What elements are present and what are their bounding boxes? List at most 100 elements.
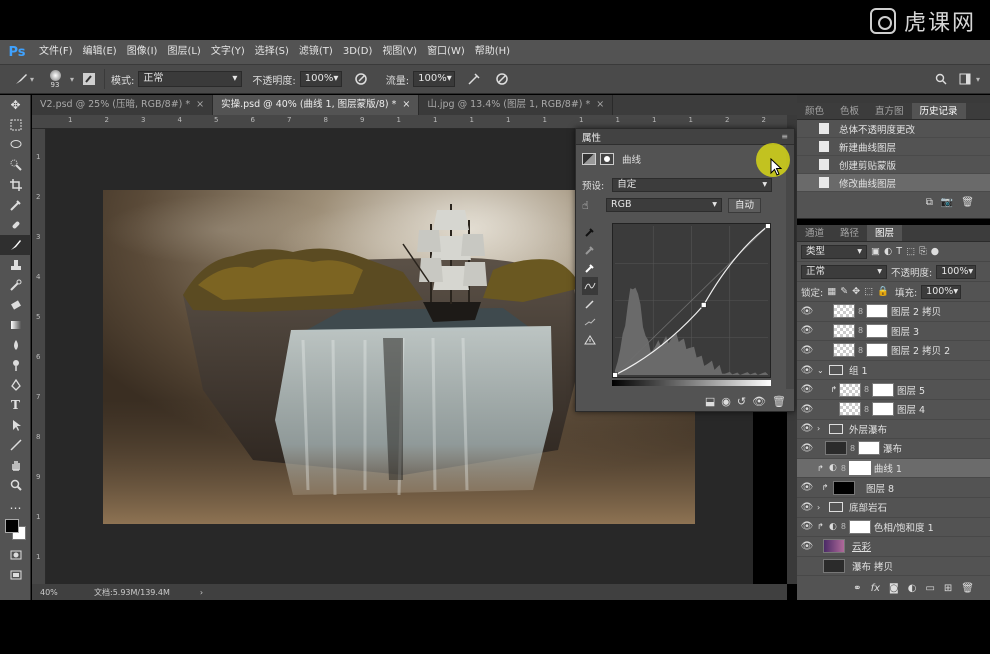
layer-mask-thumbnail[interactable] <box>858 441 880 456</box>
menu-type[interactable]: 文字(Y) <box>206 40 250 64</box>
layer-mask-thumbnail[interactable] <box>848 519 871 534</box>
layer-mask-thumbnail[interactable] <box>872 402 894 417</box>
fill-field[interactable]: 100% ▾ <box>921 284 962 299</box>
layer-mask-thumbnail[interactable] <box>848 461 871 476</box>
lock-image-icon[interactable]: ✎ <box>840 286 848 297</box>
history-item-current[interactable]: 修改曲线图层 <box>797 174 990 192</box>
more-tools-icon[interactable]: … <box>0 495 31 515</box>
filter-adjustment-icon[interactable]: ◐ <box>884 246 892 257</box>
tab-paths[interactable]: 路径 <box>832 225 867 241</box>
view-previous-state-icon[interactable]: ◉ <box>721 395 731 408</box>
visibility-eye-icon[interactable]: 👁 <box>797 443 817 454</box>
layer-row[interactable]: 👁 8 图层 4 <box>797 400 990 420</box>
color-swatches[interactable] <box>0 515 31 545</box>
brush-preset-picker[interactable]: 93 <box>42 66 68 92</box>
layer-row[interactable]: 👁 云彩 <box>797 537 990 557</box>
history-item[interactable]: 创建剪贴蒙版 <box>797 156 990 174</box>
visibility-eye-icon[interactable]: 👁 <box>797 423 817 434</box>
properties-scrollbar[interactable] <box>786 145 794 389</box>
curve-control-point[interactable] <box>613 372 618 378</box>
white-point-eyedropper-icon[interactable] <box>582 259 598 277</box>
curve-control-point[interactable] <box>765 224 771 229</box>
preset-select[interactable]: 自定 ▾ <box>612 178 773 192</box>
menu-help[interactable]: 帮助(H) <box>470 40 515 64</box>
tab-v2-psd[interactable]: V2.psd @ 25% (压暗, RGB/8#) * × <box>32 95 214 115</box>
chevron-right-icon[interactable]: › <box>817 503 827 512</box>
layer-kind-filter[interactable]: 类型 ▾ <box>801 244 867 259</box>
search-icon[interactable] <box>932 70 950 88</box>
clipping-warning-icon[interactable] <box>582 331 598 349</box>
screen-mode-icon[interactable] <box>0 565 31 585</box>
target-adjustment-icon[interactable]: ☝ <box>582 199 600 212</box>
menu-layer[interactable]: 图层(L) <box>162 40 205 64</box>
menu-3d[interactable]: 3D(D) <box>338 40 378 64</box>
layer-row[interactable]: 👁 8 瀑布 <box>797 439 990 459</box>
path-selection-tool-icon[interactable] <box>0 415 31 435</box>
visibility-eye-icon[interactable]: 👁 <box>797 561 817 572</box>
visibility-eye-icon[interactable]: 👁 <box>797 345 817 356</box>
crop-tool-icon[interactable] <box>0 175 31 195</box>
visibility-eye-icon[interactable]: 👁 <box>797 325 817 336</box>
hand-tool-icon[interactable] <box>0 455 31 475</box>
menu-window[interactable]: 窗口(W) <box>422 40 470 64</box>
marquee-tool-icon[interactable] <box>0 115 31 135</box>
new-adjustment-icon[interactable]: ◐ <box>908 583 917 594</box>
clone-stamp-tool-icon[interactable] <box>0 255 31 275</box>
layer-mask-thumbnail[interactable] <box>872 382 894 397</box>
visibility-eye-icon[interactable]: 👁 <box>797 384 817 395</box>
layer-row[interactable]: 👁 瀑布 拷贝 <box>797 557 990 577</box>
group-row[interactable]: 👁 › 底部岩石 <box>797 498 990 518</box>
smooth-curve-icon[interactable] <box>582 313 598 331</box>
lasso-tool-icon[interactable] <box>0 135 31 155</box>
blur-tool-icon[interactable] <box>0 335 31 355</box>
brush-tool-icon[interactable] <box>12 70 30 88</box>
filter-shape-icon[interactable]: ⬚ <box>906 246 915 257</box>
blend-mode-select[interactable]: 正常 ▾ <box>801 264 887 279</box>
tab-histogram[interactable]: 直方图 <box>867 103 912 119</box>
layer-mask-thumbnail[interactable] <box>866 323 888 338</box>
new-document-from-state-icon[interactable]: ⧉ <box>926 197 933 208</box>
tab-layers[interactable]: 图层 <box>867 225 903 241</box>
chevron-right-icon[interactable]: › <box>817 424 827 433</box>
close-icon[interactable]: × <box>402 99 410 110</box>
history-item[interactable]: 总体不透明度更改 <box>797 120 990 138</box>
menu-select[interactable]: 选择(S) <box>250 40 294 64</box>
healing-brush-tool-icon[interactable] <box>0 215 31 235</box>
layer-opacity-field[interactable]: 100% ▾ <box>936 264 977 279</box>
line-tool-icon[interactable] <box>0 435 31 455</box>
reset-icon[interactable]: ↺ <box>737 395 746 408</box>
menu-file[interactable]: 文件(F) <box>34 40 78 64</box>
new-group-icon[interactable]: ▭ <box>925 583 934 594</box>
visibility-eye-icon[interactable]: 👁 <box>797 482 817 493</box>
tab-shan-jpg[interactable]: 山.jpg @ 13.4% (图层 1, RGB/8#) * × <box>419 95 614 115</box>
history-brush-tool-icon[interactable] <box>0 275 31 295</box>
eraser-tool-icon[interactable] <box>0 295 31 315</box>
visibility-eye-icon[interactable]: 👁 <box>797 306 817 317</box>
tab-shicao-psd[interactable]: 实操.psd @ 40% (曲线 1, 图层蒙版/8) * × <box>213 95 420 115</box>
tab-color[interactable]: 颜色 <box>797 103 832 119</box>
status-menu-arrow[interactable]: › <box>200 588 203 597</box>
delete-icon[interactable]: 🗑 <box>772 395 786 408</box>
snapshot-camera-icon[interactable]: 📷 <box>941 197 953 208</box>
layer-row[interactable]: 👁 8 图层 3 <box>797 322 990 342</box>
workspace-icon[interactable] <box>956 70 974 88</box>
filter-type-icon[interactable]: T <box>896 246 902 257</box>
flow-field[interactable]: 100% ▾ <box>413 71 456 87</box>
curve-graph[interactable] <box>612 223 771 378</box>
pressure-size-icon[interactable] <box>493 70 511 88</box>
lock-artboard-icon[interactable]: ⬚ <box>864 286 873 297</box>
link-layers-icon[interactable]: ⚭ <box>853 583 861 594</box>
filter-toggle-icon[interactable]: ● <box>931 246 939 257</box>
zoom-level[interactable]: 40% <box>40 588 80 597</box>
menu-filter[interactable]: 滤镜(T) <box>294 40 338 64</box>
layer-row[interactable]: 👁 ↱ 8 图层 5 <box>797 380 990 400</box>
fx-icon[interactable]: fx <box>871 583 880 594</box>
opacity-field[interactable]: 100% ▾ <box>299 71 342 87</box>
close-icon[interactable]: × <box>196 99 204 110</box>
lock-transparent-icon[interactable]: ▦ <box>827 286 836 297</box>
layer-row-selected[interactable]: 👁 ↱ ◐ 8 曲线 1 <box>797 458 990 479</box>
history-item[interactable]: 新建曲线图层 <box>797 138 990 156</box>
brush-tool-icon[interactable] <box>0 235 31 255</box>
auto-button[interactable]: 自动 <box>728 197 762 213</box>
visibility-eye-icon[interactable]: 👁 <box>797 463 817 474</box>
